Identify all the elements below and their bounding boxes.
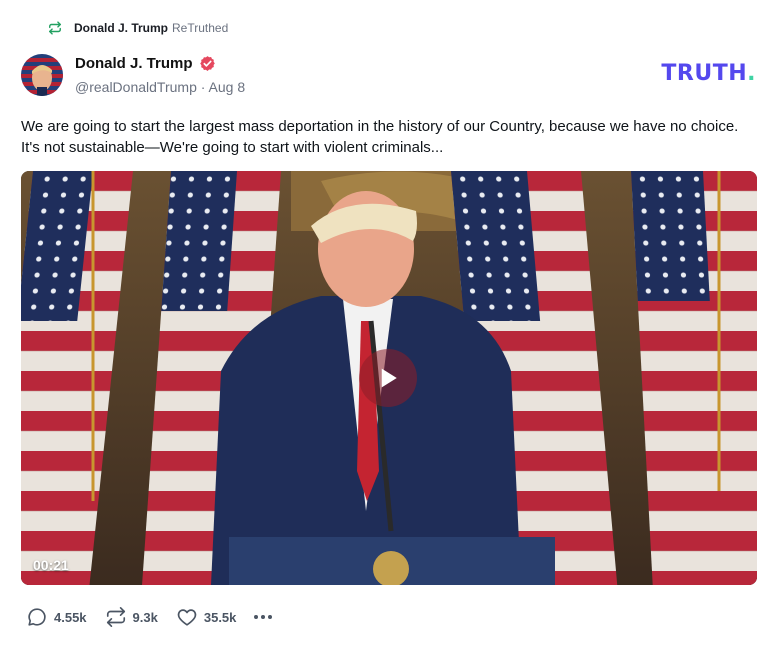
more-options-icon[interactable] <box>254 615 273 619</box>
logo-text: TRUTH <box>661 61 748 86</box>
retruth-label: ReTruthed <box>172 21 229 35</box>
reply-count: 4.55k <box>54 609 87 625</box>
like-button[interactable]: 35.5k <box>176 606 237 628</box>
reply-icon <box>28 608 46 626</box>
truth-social-logo[interactable]: TRUTH. <box>661 61 756 86</box>
avatar[interactable] <box>21 54 63 96</box>
play-button[interactable] <box>359 349 417 407</box>
retruth-button[interactable]: 9.3k <box>105 606 158 628</box>
retruth-icon <box>106 607 125 627</box>
video-player[interactable]: 00:21 <box>21 171 757 585</box>
logo-dot: . <box>747 61 756 86</box>
retruth-icon <box>48 21 62 35</box>
post-body: We are going to start the largest mass d… <box>21 118 739 156</box>
retruth-count: 9.3k <box>132 609 158 625</box>
heart-icon <box>177 609 197 626</box>
retruth-author[interactable]: Donald J. Trump <box>74 21 168 35</box>
retruth-header: Donald J. Trump ReTruthed <box>48 19 228 37</box>
video-duration: 00:21 <box>33 557 69 573</box>
play-icon <box>381 368 397 388</box>
reply-button[interactable]: 4.55k <box>26 606 87 628</box>
author-name[interactable]: Donald J. Trump <box>75 55 193 72</box>
post-actions: 4.55k 9.3k 35.5k <box>26 605 273 629</box>
handle-and-date: @realDonaldTrump · Aug 8 <box>75 79 246 95</box>
like-count: 35.5k <box>203 609 237 625</box>
verified-badge-icon <box>199 56 215 71</box>
